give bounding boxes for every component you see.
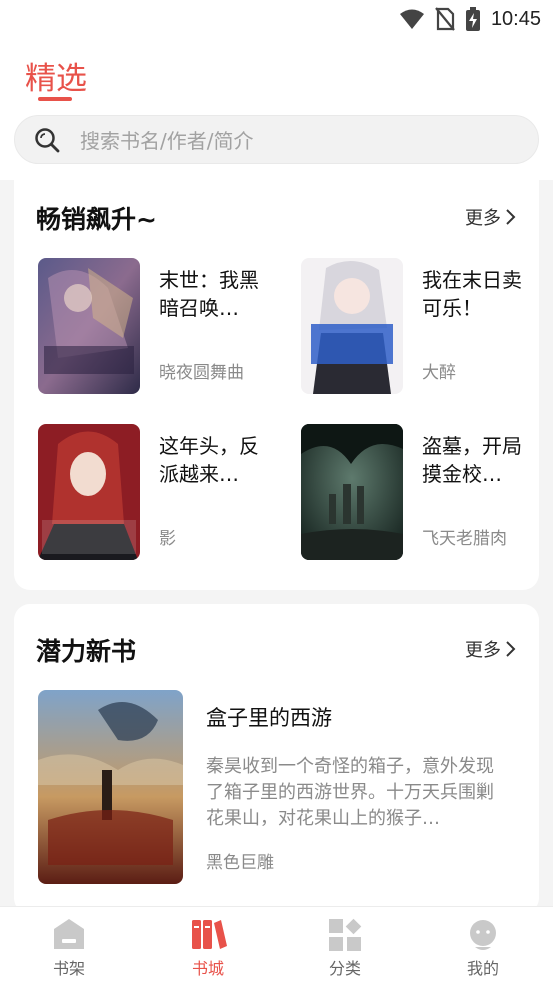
chevron-right-icon (506, 641, 516, 657)
search-placeholder: 搜索书名/作者/简介 (80, 129, 254, 153)
more-label: 更多 (465, 208, 501, 229)
tab-label: 书架 (52, 959, 85, 978)
tab-profile[interactable]: 我的 (433, 907, 533, 983)
book-cover[interactable] (38, 258, 140, 394)
search-icon (35, 127, 60, 152)
book-cover[interactable] (301, 258, 403, 394)
book-author: 大醉 (422, 363, 456, 383)
search-bar[interactable]: 搜索书名/作者/简介 (14, 115, 539, 164)
book-author: 影 (159, 529, 176, 549)
bookstore-icon (192, 920, 227, 949)
book-cover[interactable] (301, 424, 403, 560)
tab-bookshelf[interactable]: 书架 (19, 907, 119, 983)
battery-charging-icon (465, 7, 480, 31)
more-label: 更多 (465, 640, 501, 661)
more-button[interactable]: 更多 (465, 204, 517, 230)
book-item[interactable]: 这年头，反派越来… 影 (38, 424, 278, 560)
featured-book[interactable]: 盒子里的西游 秦昊收到一个奇怪的箱子，意外发现了箱子里的西游世界。十万天兵围剿花… (38, 690, 518, 884)
no-sim-icon (435, 7, 455, 31)
book-cover[interactable] (38, 424, 140, 560)
book-item[interactable]: 我在末日卖可乐！ 大醉 (301, 258, 541, 394)
book-title: 盗墓，开局摸金校… (422, 434, 522, 486)
tab-label: 分类 (328, 959, 361, 978)
book-author: 晓夜圆舞曲 (159, 363, 244, 383)
book-author: 黑色巨雕 (206, 853, 274, 873)
book-title: 这年头，反派越来… (159, 434, 259, 486)
header: 精选 搜索书名/作者/简介 (0, 40, 553, 180)
book-cover[interactable] (38, 690, 183, 884)
book-title: 末世：我黑暗召唤… (159, 268, 259, 320)
book-title: 盒子里的西游 (206, 706, 332, 730)
more-button[interactable]: 更多 (465, 636, 517, 662)
status-bar: 10:45 (0, 0, 553, 40)
new-books-section: 潜力新书 更多 盒子里的西游 秦昊收到一个奇怪的箱子，意外发现了箱子里的西游世界… (14, 604, 539, 914)
chevron-right-icon (506, 209, 516, 225)
category-icon (329, 918, 362, 951)
status-icons: 10:45 (399, 6, 541, 32)
page-title[interactable]: 精选 (25, 53, 87, 98)
status-time: 10:45 (490, 7, 541, 30)
section-title: 畅销飙升~ (36, 205, 157, 234)
book-description: 秦昊收到一个奇怪的箱子，意外发现了箱子里的西游世界。十万天兵围剿花果山，对花果山… (206, 756, 494, 829)
tab-category[interactable]: 分类 (295, 907, 395, 983)
profile-icon (470, 920, 496, 950)
section-title: 潜力新书 (36, 637, 137, 666)
bookshelf-icon (54, 919, 84, 949)
tab-bookstore[interactable]: 书城 (158, 907, 258, 983)
bestseller-section: 畅销飙升~ 更多 末世：我黑暗召唤… 晓夜圆舞曲 我在末日卖可乐！ 大醉 这年头… (14, 180, 539, 590)
book-item[interactable]: 盗墓，开局摸金校… 飞天老腊肉 (301, 424, 541, 560)
bottom-nav: 书架 书城 分类 我的 (0, 906, 553, 983)
book-title: 我在末日卖可乐！ (422, 268, 522, 320)
book-author: 飞天老腊肉 (422, 529, 507, 549)
tab-label: 我的 (466, 959, 499, 978)
book-item[interactable]: 末世：我黑暗召唤… 晓夜圆舞曲 (38, 258, 278, 394)
wifi-icon (399, 9, 424, 29)
tab-indicator (38, 97, 72, 101)
tab-label: 书城 (191, 959, 224, 978)
